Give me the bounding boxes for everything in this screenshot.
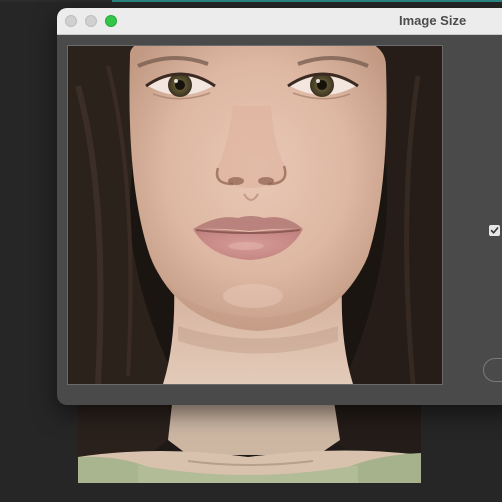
minimize-button[interactable] — [85, 15, 97, 27]
image-size-dialog: Image Size — [57, 8, 502, 405]
canvas-photo — [78, 395, 421, 483]
zoom-button[interactable] — [105, 15, 117, 27]
canvas-photo-graphic — [78, 395, 421, 483]
image-preview — [67, 45, 443, 385]
accent-line — [112, 0, 502, 2]
title-bar[interactable]: Image Size — [57, 8, 502, 35]
close-button[interactable] — [65, 15, 77, 27]
checkmark-icon — [490, 227, 499, 234]
constrain-proportions-checkbox[interactable] — [489, 225, 500, 236]
window-title: Image Size — [399, 13, 467, 28]
dialog-button[interactable] — [483, 358, 502, 382]
top-accent-bar — [0, 0, 502, 2]
workspace: Image Size — [0, 0, 502, 502]
portrait-photo — [68, 46, 442, 384]
